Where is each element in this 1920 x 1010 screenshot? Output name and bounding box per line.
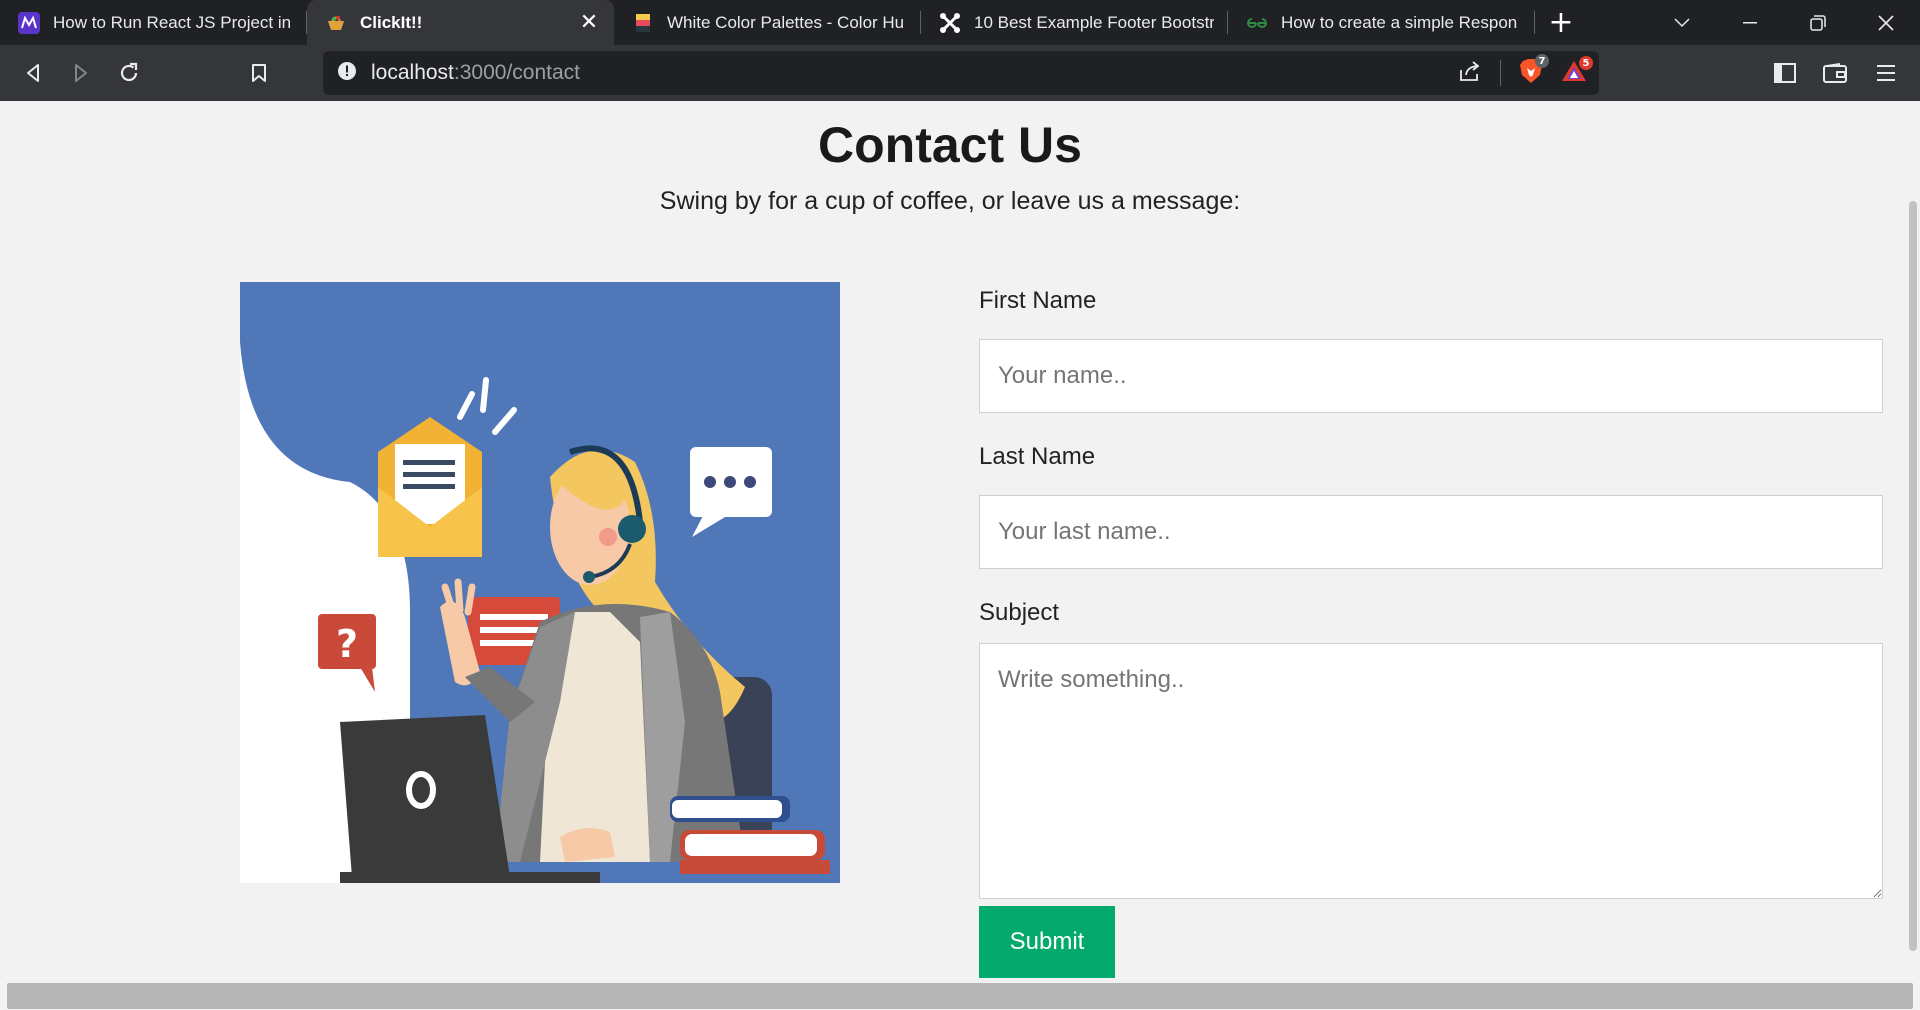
rewards-count-badge: 5 xyxy=(1579,56,1593,70)
subject-label: Subject xyxy=(979,599,1060,626)
tab-title: White Color Palettes - Color Hu xyxy=(667,12,905,32)
tab-title: 10 Best Example Footer Bootstr xyxy=(974,12,1214,32)
reload-button[interactable] xyxy=(105,49,153,97)
chevron-down-icon xyxy=(1674,17,1690,27)
address-bar[interactable]: localhost:3000/contact 7 5 xyxy=(323,51,1599,95)
forward-arrow-icon xyxy=(75,64,87,82)
customer-support-illustration: ? xyxy=(240,282,840,883)
first-name-label: First Name xyxy=(979,287,1097,314)
submit-button[interactable]: Submit xyxy=(979,906,1115,978)
tab-title: ClickIt!! xyxy=(360,12,423,32)
vertical-scrollbar-thumb[interactable] xyxy=(1909,201,1917,951)
site-info-icon[interactable] xyxy=(337,61,357,85)
restore-icon xyxy=(1810,14,1826,31)
vertical-scrollbar[interactable] xyxy=(1906,101,1920,981)
bookmark-icon xyxy=(252,64,266,82)
tab-color-hunt[interactable]: White Color Palettes - Color Hu xyxy=(614,0,921,45)
first-name-input[interactable] xyxy=(979,339,1883,413)
tab-react-project[interactable]: How to Run React JS Project in xyxy=(0,0,307,45)
browser-toolbar: localhost:3000/contact 7 5 xyxy=(0,45,1920,101)
reload-icon xyxy=(120,62,138,82)
main-menu-button[interactable] xyxy=(1862,49,1910,97)
address-bar-actions: 7 5 xyxy=(1458,51,1593,95)
tab-title: How to create a simple Respon xyxy=(1281,12,1518,32)
tab-clickit[interactable]: ClickIt!! ✕ xyxy=(307,0,614,45)
close-window-button[interactable] xyxy=(1852,0,1920,45)
svg-text:?: ? xyxy=(336,622,358,666)
horizontal-scrollbar-thumb[interactable] xyxy=(7,983,1913,1009)
window-controls xyxy=(1648,0,1920,45)
page-subtitle: Swing by for a cup of coffee, or leave u… xyxy=(659,187,1241,215)
brave-shields-button[interactable]: 7 xyxy=(1519,54,1549,88)
page-title: Contact Us xyxy=(818,117,1082,173)
clickit-basket-icon xyxy=(325,12,347,34)
tab-footer-bootstrap[interactable]: 10 Best Example Footer Bootstr xyxy=(921,0,1228,45)
geeksforgeeks-icon xyxy=(1246,12,1268,34)
new-tab-button[interactable]: + xyxy=(1535,0,1587,45)
last-name-label: Last Name xyxy=(979,443,1096,470)
tab-separator xyxy=(1534,11,1535,34)
shields-count-badge: 7 xyxy=(1535,54,1549,68)
tab-search-button[interactable] xyxy=(1648,0,1716,45)
close-tab-icon[interactable]: ✕ xyxy=(578,10,600,35)
color-hunt-icon xyxy=(632,12,654,34)
wallet-icon xyxy=(1823,63,1847,83)
url-host: localhost xyxy=(371,61,454,84)
minimize-icon xyxy=(1743,21,1757,23)
back-button[interactable] xyxy=(9,49,57,97)
sidebar-toggle-button[interactable] xyxy=(1761,49,1809,97)
horizontal-scrollbar[interactable] xyxy=(0,981,1920,1010)
joomla-style-icon xyxy=(939,12,961,34)
restore-button[interactable] xyxy=(1784,0,1852,45)
url-text: localhost:3000/contact xyxy=(371,61,580,85)
react-project-site-icon xyxy=(18,11,40,34)
url-path: :3000/contact xyxy=(453,61,580,84)
page-viewport: Contact Us Swing by for a cup of coffee,… xyxy=(0,101,1906,981)
divider xyxy=(1500,60,1501,86)
tab-strip: How to Run React JS Project in ClickIt!!… xyxy=(0,0,1920,45)
subject-textarea[interactable] xyxy=(979,643,1883,899)
back-arrow-icon xyxy=(27,64,39,82)
tab-title: How to Run React JS Project in xyxy=(53,12,292,32)
plus-icon: + xyxy=(1548,5,1574,40)
close-icon xyxy=(1878,14,1894,31)
minimize-button[interactable] xyxy=(1716,0,1784,45)
bookmark-button[interactable] xyxy=(235,49,283,97)
forward-button[interactable] xyxy=(57,49,105,97)
hamburger-menu-icon xyxy=(1877,65,1895,81)
share-icon[interactable] xyxy=(1458,60,1482,86)
tab-responsive[interactable]: How to create a simple Respon xyxy=(1228,0,1535,45)
sidebar-icon xyxy=(1774,63,1796,83)
last-name-input[interactable] xyxy=(979,495,1883,569)
wallet-button[interactable] xyxy=(1811,49,1859,97)
question-bubble-icon: ? xyxy=(318,614,376,692)
brave-rewards-button[interactable]: 5 xyxy=(1561,56,1593,86)
